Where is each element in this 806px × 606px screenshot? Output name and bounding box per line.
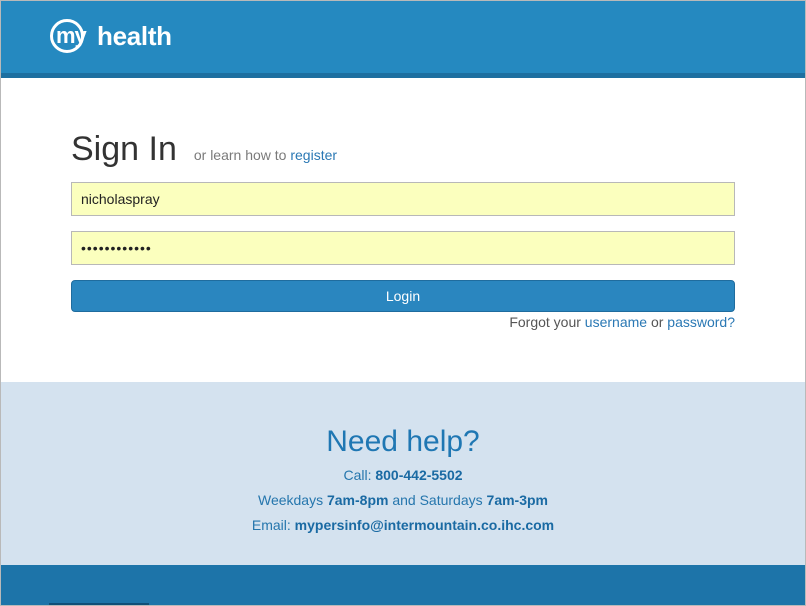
myhealth-logo[interactable]: my health: [50, 16, 172, 56]
weekdays-label: Weekdays: [257, 492, 324, 508]
register-link[interactable]: register: [290, 147, 337, 163]
page-frame: my health Sign In or learn how to regist…: [0, 0, 806, 606]
header-bar: my health: [1, 1, 805, 78]
password-field[interactable]: ••••••••••••: [71, 231, 735, 265]
forgot-or: or: [650, 314, 664, 330]
logo-my-text: my: [56, 23, 87, 48]
weekdays-hours: 7am-8pm: [326, 492, 389, 508]
signin-heading-row: Sign In or learn how to register: [71, 129, 337, 169]
footer-divider: [49, 603, 149, 605]
forgot-password-link[interactable]: password?: [667, 314, 735, 330]
saturdays-label: and Saturdays: [392, 492, 483, 508]
help-section: Need help? Call: 800-442-5502 Weekdays 7…: [1, 382, 805, 565]
email-label: Email:: [251, 517, 291, 533]
help-call-line: Call: 800-442-5502: [1, 466, 805, 484]
forgot-credentials: Forgot your username or password?: [509, 314, 735, 330]
email-address[interactable]: mypersinfo@intermountain.co.ihc.com: [295, 517, 554, 533]
forgot-prefix: Forgot your: [509, 314, 581, 330]
call-label: Call:: [343, 467, 372, 483]
username-field[interactable]: nicholaspray: [71, 182, 735, 216]
register-prompt-text: or learn how to: [193, 147, 287, 163]
footer-bar: [1, 565, 805, 605]
call-number[interactable]: 800-442-5502: [375, 467, 462, 483]
forgot-username-link[interactable]: username: [585, 314, 647, 330]
register-prompt: or learn how to register: [194, 147, 337, 163]
saturday-hours: 7am-3pm: [486, 492, 548, 508]
logo-circle-icon: my: [50, 19, 87, 53]
help-email-line: Email: mypersinfo@intermountain.co.ihc.c…: [1, 516, 805, 534]
page-title: Sign In: [71, 130, 177, 168]
help-title: Need help?: [326, 425, 480, 458]
login-button[interactable]: Login: [71, 280, 735, 312]
help-hours-line: Weekdays 7am-8pm and Saturdays 7am-3pm: [1, 491, 805, 509]
logo-word: health: [97, 21, 172, 51]
